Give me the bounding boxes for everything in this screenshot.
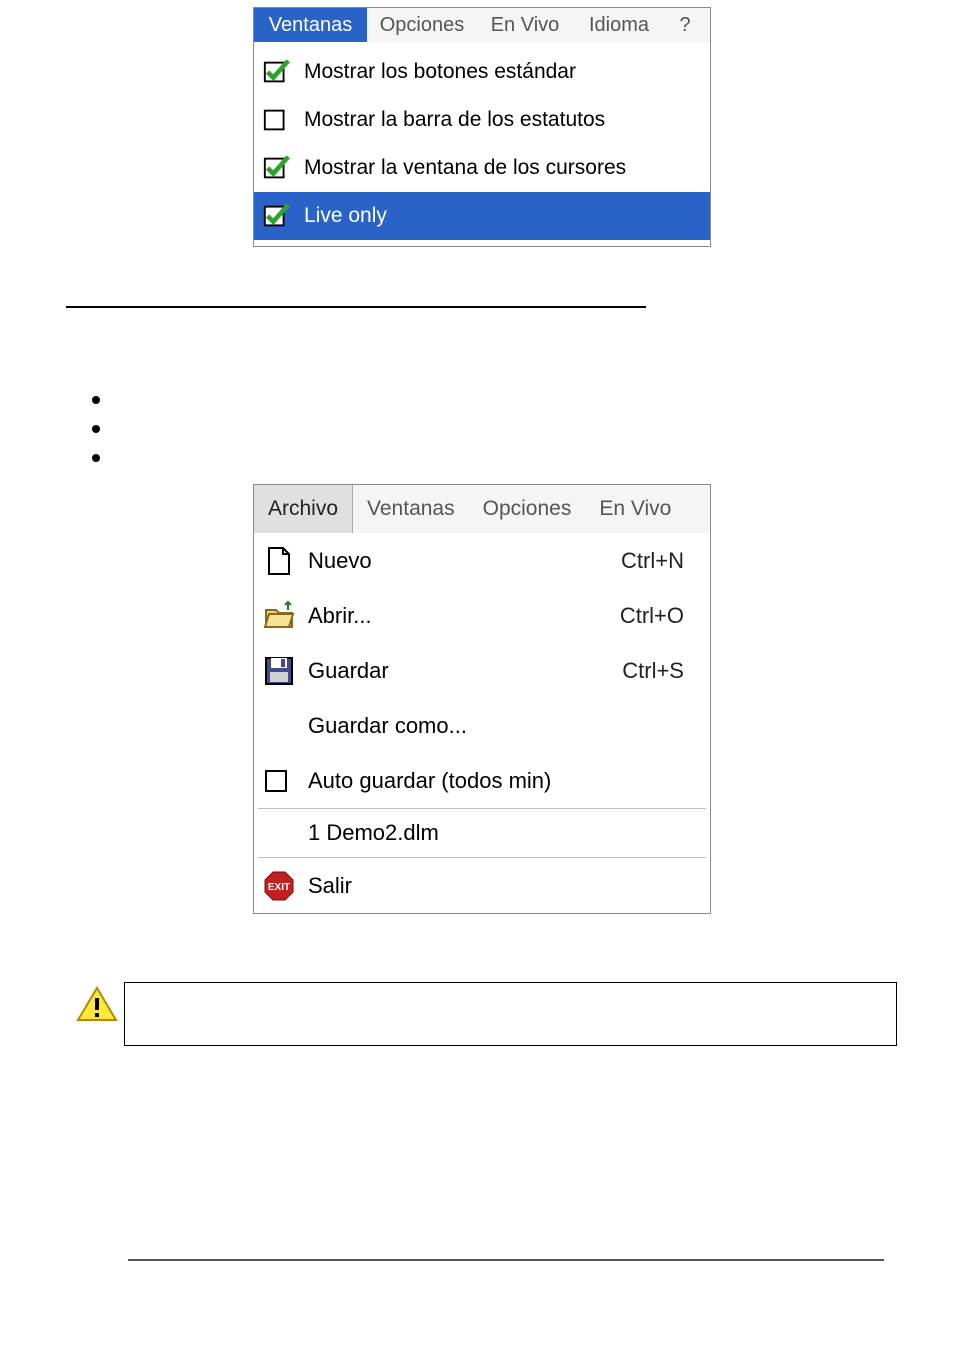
menu-item-recent-1[interactable]: 1 Demo2.dlm [254, 809, 710, 857]
menu-item-shortcut: Ctrl+N [621, 548, 702, 574]
checkbox-empty-icon [262, 764, 296, 798]
svg-text:EXIT: EXIT [268, 882, 290, 893]
warning-icon [76, 986, 118, 1022]
menu-item-mostrar-cursores[interactable]: Mostrar la ventana de los cursores [254, 144, 710, 192]
menu-item-shortcut: Ctrl+S [622, 658, 702, 684]
menubar-2: Archivo Ventanas Opciones En Vivo [254, 485, 710, 533]
menu-item-label: Mostrar la barra de los estatutos [304, 108, 605, 132]
menu-item-auto-guardar[interactable]: Auto guardar (todos min) [254, 753, 710, 808]
bullet [92, 454, 100, 462]
save-icon [262, 654, 296, 688]
blank-icon [262, 709, 296, 743]
folder-open-icon [262, 599, 296, 633]
menu-item-salir[interactable]: EXIT Salir [254, 858, 710, 913]
menu-item-label: 1 Demo2.dlm [308, 820, 439, 846]
menu-item-label: Abrir... [308, 603, 608, 629]
bullet-list [92, 396, 100, 483]
checkbox-checked-icon [262, 201, 292, 231]
footer-divider [128, 1259, 884, 1261]
archivo-menu-window: Archivo Ventanas Opciones En Vivo Nuevo … [253, 484, 711, 914]
menubar-item-opciones2[interactable]: Opciones [469, 485, 586, 533]
menu-item-mostrar-botones[interactable]: Mostrar los botones estándar [254, 48, 710, 96]
bullet [92, 396, 100, 404]
checkbox-checked-icon [262, 57, 292, 87]
menu-item-label: Mostrar los botones estándar [304, 60, 576, 84]
menu-item-live-only[interactable]: Live only [254, 192, 710, 240]
checkbox-checked-icon [262, 153, 292, 183]
menu-item-guardar[interactable]: Guardar Ctrl+S [254, 643, 710, 698]
menu-item-label: Live only [304, 204, 387, 228]
menubar-item-opciones[interactable]: Opciones [367, 8, 477, 42]
menubar-item-envivo[interactable]: En Vivo [477, 8, 573, 42]
menu-item-nuevo[interactable]: Nuevo Ctrl+N [254, 533, 710, 588]
menu-item-label: Guardar [308, 658, 610, 684]
menu-item-label: Guardar como... [308, 713, 702, 739]
menubar-item-help[interactable]: ? [665, 8, 705, 42]
menu-item-label: Mostrar la ventana de los cursores [304, 156, 626, 180]
bullet [92, 425, 100, 433]
menu-item-label: Nuevo [308, 548, 609, 574]
menu-item-label: Salir [308, 873, 702, 899]
archivo-dropdown: Nuevo Ctrl+N Abrir... Ctrl+O [254, 533, 710, 913]
exit-icon: EXIT [262, 869, 296, 903]
menu-item-shortcut: Ctrl+O [620, 603, 702, 629]
menubar-item-archivo[interactable]: Archivo [254, 485, 353, 533]
checkbox-empty-icon [262, 105, 292, 135]
menubar-item-ventanas2[interactable]: Ventanas [353, 485, 469, 533]
menubar-item-envivo2[interactable]: En Vivo [585, 485, 685, 533]
file-new-icon [262, 544, 296, 578]
menubar-1: Ventanas Opciones En Vivo Idioma ? [254, 8, 710, 42]
menu-item-mostrar-barra[interactable]: Mostrar la barra de los estatutos [254, 96, 710, 144]
menu-item-guardar-como[interactable]: Guardar como... [254, 698, 710, 753]
warning-box [124, 982, 897, 1046]
menu-item-label: Auto guardar (todos min) [308, 768, 702, 794]
menubar-item-idioma[interactable]: Idioma [573, 8, 665, 42]
divider [66, 306, 646, 308]
ventanas-menu-window: Ventanas Opciones En Vivo Idioma ? Mostr… [253, 7, 711, 247]
ventanas-dropdown: Mostrar los botones estándar Mostrar la … [254, 42, 710, 246]
menu-item-abrir[interactable]: Abrir... Ctrl+O [254, 588, 710, 643]
menubar-item-ventanas[interactable]: Ventanas [254, 8, 367, 42]
